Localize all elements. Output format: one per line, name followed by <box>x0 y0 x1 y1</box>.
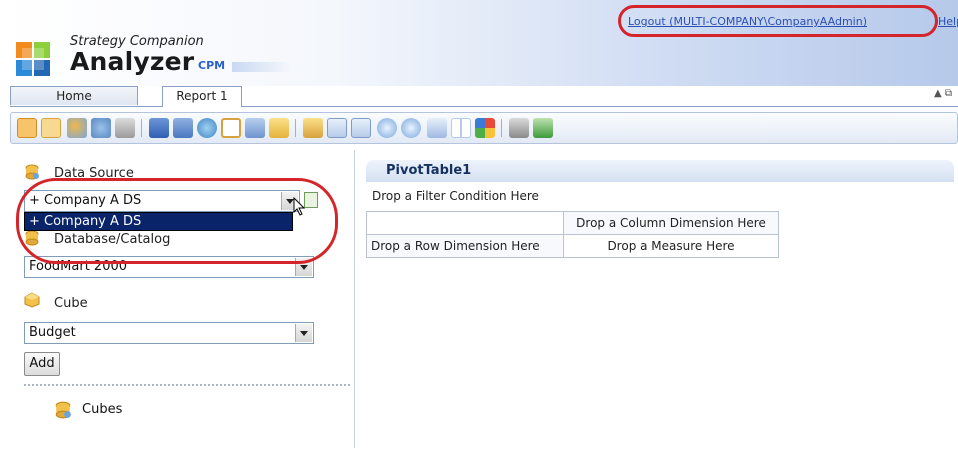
chevron-down-icon[interactable] <box>295 324 312 342</box>
report-icon[interactable] <box>351 118 371 138</box>
window-icon[interactable] <box>221 118 241 138</box>
zoom-out-icon[interactable] <box>401 118 421 138</box>
tab-strip: Home Report 1 ▲ ⧉ <box>10 86 958 107</box>
toolbar <box>10 112 958 144</box>
save-icon[interactable] <box>149 118 169 138</box>
measure-drop-zone[interactable]: Drop a Measure Here <box>563 234 779 258</box>
refresh-icon[interactable] <box>197 118 217 138</box>
print-icon[interactable] <box>509 118 529 138</box>
measure-icon[interactable] <box>91 118 111 138</box>
calc-icon[interactable] <box>115 118 135 138</box>
add-button[interactable]: Add <box>24 352 60 376</box>
separator <box>295 119 296 137</box>
column-drop-zone[interactable]: Drop a Column Dimension Here <box>563 211 779 235</box>
export-icon[interactable] <box>303 118 323 138</box>
select-icon[interactable] <box>17 118 37 138</box>
help-link[interactable]: Help <box>938 15 958 28</box>
cube-select[interactable]: Budget <box>24 322 314 344</box>
excel-icon[interactable] <box>533 118 553 138</box>
filter-icon[interactable] <box>327 118 347 138</box>
tab-report-1[interactable]: Report 1 <box>162 86 242 107</box>
app-header: Logout (MULTI-COMPANY\CompanyAAdmin) Hel… <box>0 0 958 86</box>
brand-title: Analyzer <box>70 47 195 76</box>
highlight-oval <box>618 5 938 37</box>
app-logo-icon <box>16 42 50 76</box>
pivot-grid: Drop a Column Dimension Here Drop a Row … <box>366 211 779 258</box>
tab-home[interactable]: Home <box>10 86 138 105</box>
brand-underline <box>232 62 292 72</box>
left-panel: Data Source + Company A DS Database/Cata… <box>10 150 355 448</box>
table-icon[interactable] <box>41 118 61 138</box>
highlight-oval <box>16 178 338 264</box>
separator <box>501 119 502 137</box>
grid-icon[interactable] <box>427 118 447 138</box>
filter-drop-zone[interactable]: Drop a Filter Condition Here <box>372 189 539 203</box>
cube-value: Budget <box>29 325 76 340</box>
row-drop-zone[interactable]: Drop a Row Dimension Here <box>366 234 564 258</box>
divider <box>24 384 350 386</box>
tab-tools-icon[interactable]: ▲ ⧉ <box>934 88 952 99</box>
copy-icon[interactable] <box>245 118 265 138</box>
color-icon[interactable] <box>475 118 495 138</box>
cubes-icon <box>55 401 71 419</box>
dimension-icon[interactable] <box>67 118 87 138</box>
cube-icon <box>24 292 40 308</box>
layout-icon[interactable] <box>451 118 471 138</box>
brand-cpm: CPM <box>198 59 226 72</box>
pivot-title: PivotTable1 <box>386 163 472 178</box>
pivot-corner <box>366 211 564 235</box>
cube-label: Cube <box>54 296 88 311</box>
data-source-icon <box>25 164 39 180</box>
save-as-icon[interactable] <box>173 118 193 138</box>
separator <box>141 119 142 137</box>
open-folder-icon[interactable] <box>269 118 289 138</box>
pivot-header: PivotTable1 <box>366 160 954 182</box>
tree-item-label: Cubes <box>82 402 123 417</box>
zoom-in-icon[interactable] <box>377 118 397 138</box>
